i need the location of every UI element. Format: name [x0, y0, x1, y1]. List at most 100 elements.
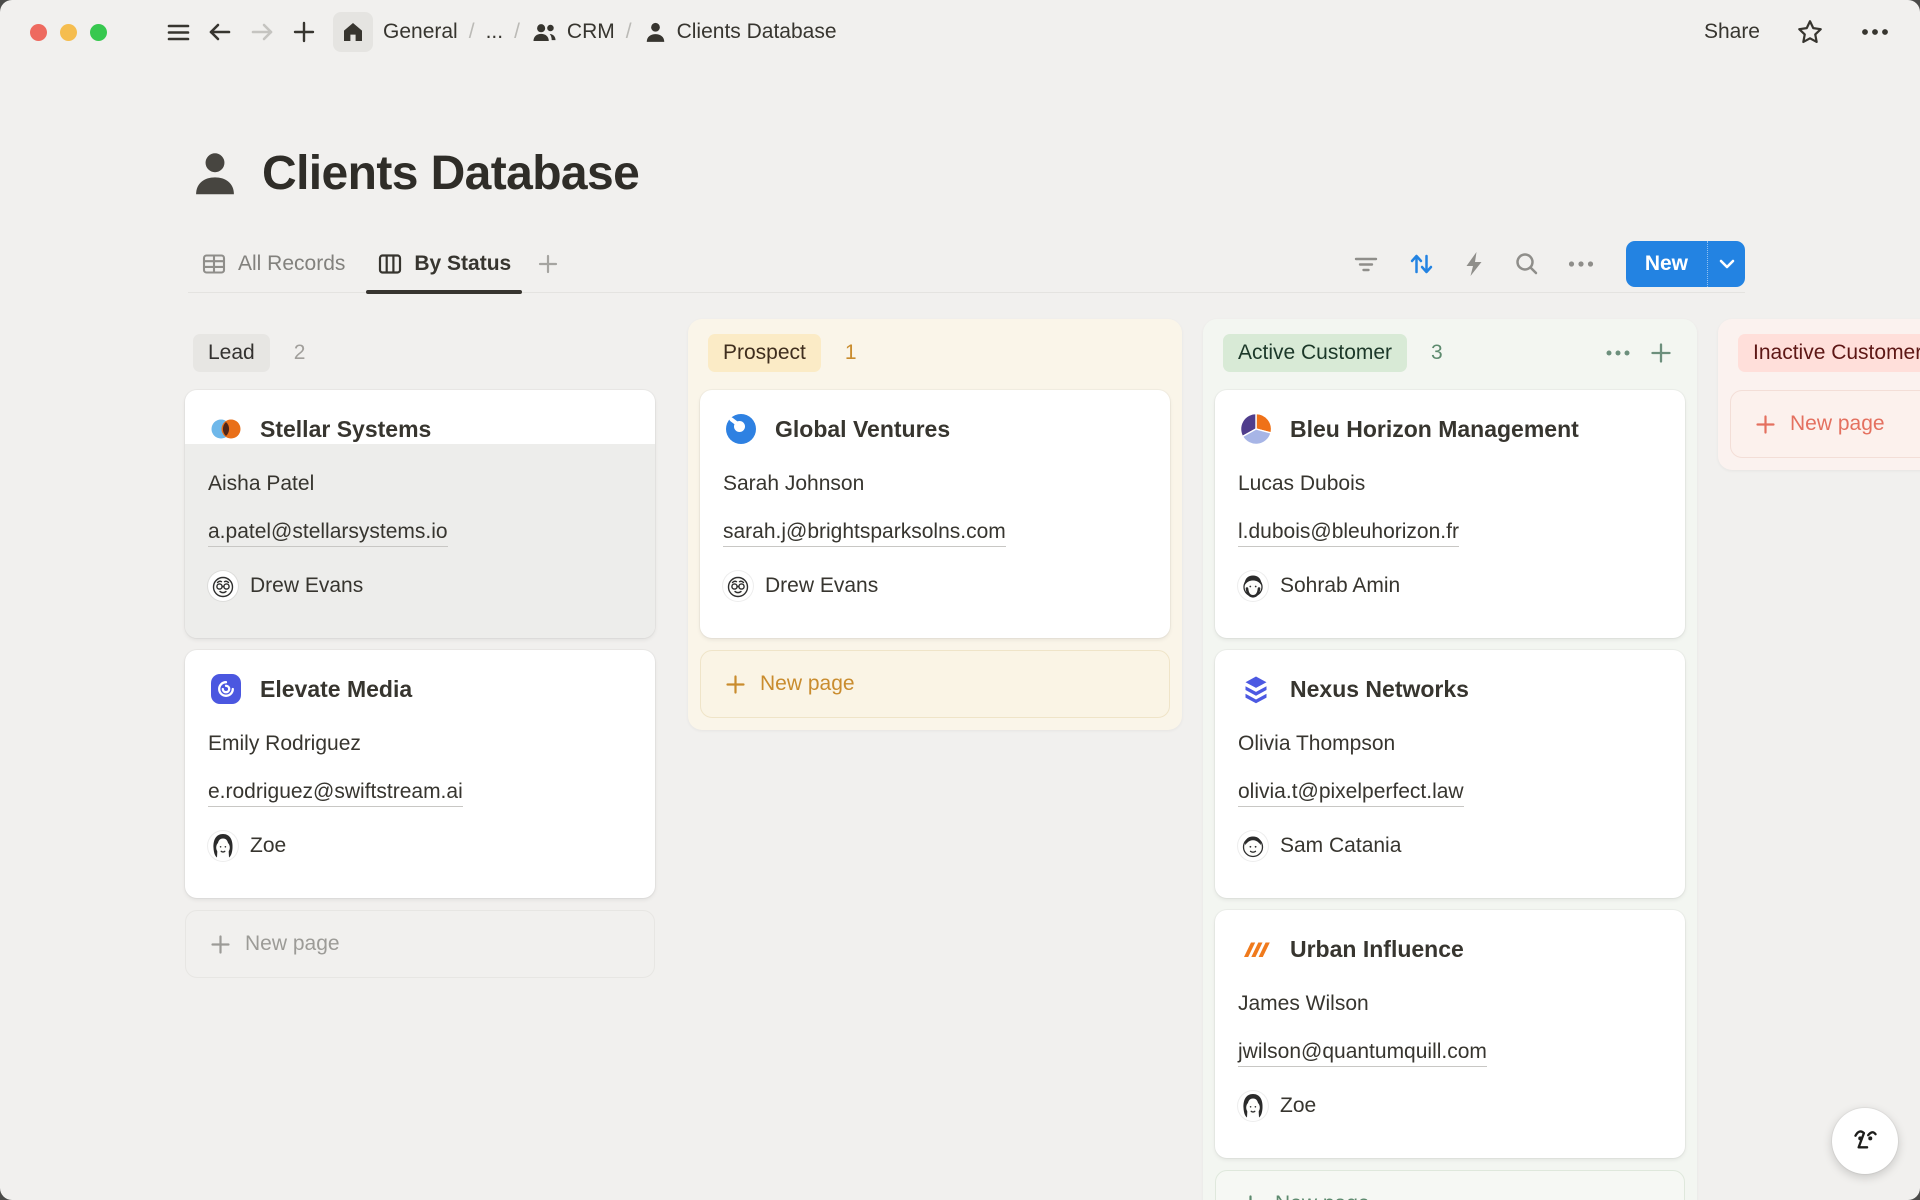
column-more-options-icon[interactable] — [1605, 349, 1631, 357]
topbar: General / ... / CRM / Clients Database — [0, 0, 1920, 64]
owner-name: Zoe — [250, 834, 286, 858]
owner-row: Zoe — [208, 831, 632, 861]
person-icon — [643, 20, 668, 45]
column-inactive-customer: Inactive Customer New page — [1718, 319, 1920, 470]
new-record-button[interactable]: New — [1626, 241, 1745, 287]
column-lead: Lead 2 Stellar Systems Aisha Patel a.pat… — [173, 319, 667, 990]
breadcrumb-label: General — [383, 20, 458, 44]
owner-row: Drew Evans — [208, 571, 632, 601]
ai-assistant-button[interactable] — [1832, 1108, 1898, 1174]
breadcrumb-item-general[interactable]: General — [383, 20, 458, 44]
status-badge[interactable]: Active Customer — [1223, 334, 1407, 372]
breadcrumb-label: ... — [486, 20, 504, 44]
owner-name: Drew Evans — [250, 574, 363, 598]
new-page-button-lead[interactable]: New page — [185, 910, 655, 978]
view-controls: New — [1352, 241, 1745, 287]
card-urban-influence[interactable]: Urban Influence James Wilson jwilson@qua… — [1215, 910, 1685, 1158]
card-elevate-media[interactable]: Elevate Media Emily Rodriguez e.rodrigue… — [185, 650, 655, 898]
page-person-icon[interactable] — [188, 147, 242, 201]
card-nexus-networks[interactable]: Nexus Networks Olivia Thompson olivia.t@… — [1215, 650, 1685, 898]
new-page-label: New page — [1275, 1192, 1370, 1200]
zoom-window-button[interactable] — [90, 24, 107, 41]
new-page-button-prospect[interactable]: New page — [700, 650, 1170, 718]
hamburger-icon — [165, 19, 192, 46]
email-link[interactable]: e.rodriguez@swiftstream.ai — [208, 780, 463, 807]
view-more-options-icon[interactable] — [1567, 260, 1595, 268]
spiral-icon — [208, 671, 244, 707]
card-bleu-horizon-management[interactable]: Bleu Horizon Management Lucas Dubois l.d… — [1215, 390, 1685, 638]
window-controls — [30, 24, 107, 41]
owner-row: Drew Evans — [723, 571, 1147, 601]
breadcrumb-item-clients-database[interactable]: Clients Database — [643, 20, 837, 45]
table-view-icon — [201, 251, 227, 277]
forward-button[interactable] — [241, 11, 283, 53]
breadcrumb-item-crm[interactable]: CRM — [531, 19, 615, 46]
card-title: Stellar Systems — [260, 416, 431, 443]
tab-by-status[interactable]: By Status — [364, 235, 524, 292]
home-button[interactable] — [333, 12, 373, 52]
new-page-button-inactive-customer[interactable]: New page — [1730, 390, 1920, 458]
home-icon — [342, 21, 364, 43]
page-title: Clients Database — [262, 146, 639, 201]
status-badge[interactable]: Inactive Customer — [1738, 334, 1920, 372]
contact-name: Olivia Thompson — [1238, 732, 1662, 756]
column-active-customer-header: Active Customer 3 — [1215, 331, 1685, 372]
breadcrumb-separator: / — [626, 20, 632, 44]
automation-lightning-icon[interactable] — [1462, 250, 1486, 278]
breadcrumb-overflow-button[interactable]: ... — [486, 20, 504, 44]
owner-name: Zoe — [1280, 1094, 1316, 1118]
share-button[interactable]: Share — [1704, 20, 1760, 44]
card-title: Elevate Media — [260, 676, 412, 703]
email-link[interactable]: jwilson@quantumquill.com — [1238, 1040, 1487, 1067]
tab-label: By Status — [414, 252, 511, 276]
card-title: Bleu Horizon Management — [1290, 416, 1579, 443]
new-record-dropdown[interactable] — [1707, 241, 1745, 287]
status-badge[interactable]: Lead — [193, 334, 270, 372]
email-link[interactable]: l.dubois@bleuhorizon.fr — [1238, 520, 1459, 547]
search-icon[interactable] — [1513, 250, 1540, 277]
column-add-card-icon[interactable] — [1649, 341, 1673, 365]
contact-name: Sarah Johnson — [723, 472, 1147, 496]
breadcrumb-label: Clients Database — [677, 20, 837, 44]
email-link[interactable]: a.patel@stellarsystems.io — [208, 520, 448, 547]
sidebar-toggle-button[interactable] — [157, 11, 199, 53]
sort-icon[interactable] — [1407, 250, 1435, 278]
close-window-button[interactable] — [30, 24, 47, 41]
email-link[interactable]: sarah.j@brightsparksolns.com — [723, 520, 1006, 547]
owner-row: Sohrab Amin — [1238, 571, 1662, 601]
pie-segments-icon — [1238, 411, 1274, 447]
column-inactive-customer-header: Inactive Customer — [1730, 331, 1920, 372]
plus-icon — [1754, 413, 1777, 436]
column-count: 1 — [845, 341, 857, 365]
filter-icon[interactable] — [1352, 252, 1380, 276]
new-page-label: New page — [760, 672, 855, 696]
add-view-button[interactable] — [536, 252, 560, 276]
tab-label: All Records — [238, 252, 345, 276]
new-tab-button[interactable] — [283, 11, 325, 53]
card-global-ventures[interactable]: Global Ventures Sarah Johnson sarah.j@br… — [700, 390, 1170, 638]
breadcrumb-separator: / — [514, 20, 520, 44]
new-page-label: New page — [1790, 412, 1885, 436]
breadcrumb-label: CRM — [567, 20, 615, 44]
status-badge[interactable]: Prospect — [708, 334, 821, 372]
email-link[interactable]: olivia.t@pixelperfect.law — [1238, 780, 1464, 807]
card-stellar-systems[interactable]: Stellar Systems Aisha Patel a.patel@stel… — [185, 390, 655, 638]
breadcrumb-separator: / — [469, 20, 475, 44]
owner-name: Sohrab Amin — [1280, 574, 1400, 598]
contact-name: Lucas Dubois — [1238, 472, 1662, 496]
back-button[interactable] — [199, 11, 241, 53]
minimize-window-button[interactable] — [60, 24, 77, 41]
new-record-label[interactable]: New — [1626, 241, 1707, 287]
more-options-icon[interactable] — [1860, 27, 1890, 37]
favorite-star-icon[interactable] — [1796, 18, 1824, 46]
column-count: 3 — [1431, 341, 1443, 365]
tab-all-records[interactable]: All Records — [188, 235, 358, 292]
avatar — [723, 571, 753, 601]
avatar — [1238, 571, 1268, 601]
contact-name: Aisha Patel — [208, 472, 632, 496]
view-tabs: All Records By Status — [188, 235, 560, 292]
plus-icon — [536, 252, 560, 276]
avatar — [1238, 1091, 1268, 1121]
new-page-button-active-customer[interactable]: New page — [1215, 1170, 1685, 1200]
column-prospect: Prospect 1 Global Ventures Sarah Johnson… — [688, 319, 1182, 730]
